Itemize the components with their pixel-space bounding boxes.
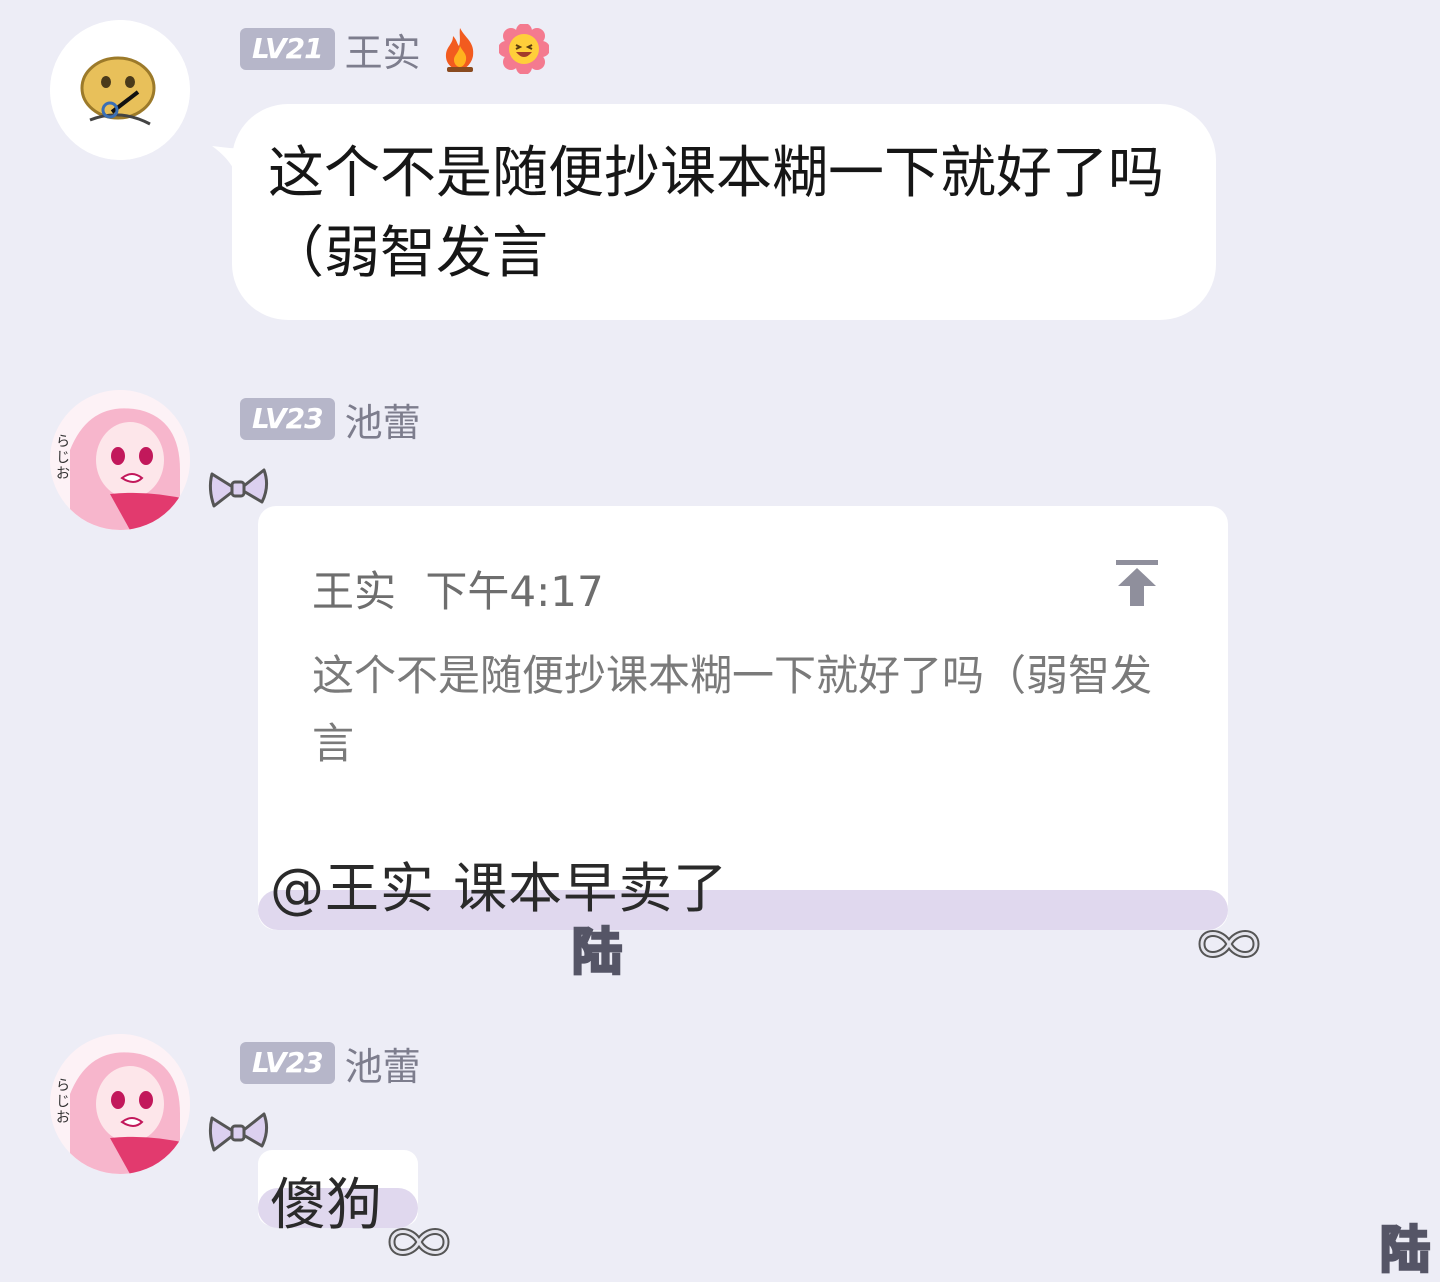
avatar-image: ら じ お bbox=[50, 390, 190, 530]
message-text: 这个不是随便抄课本糊一下就好了吗（弱智发言 bbox=[268, 141, 1164, 286]
fire-icon bbox=[435, 24, 485, 74]
svg-text:ら: ら bbox=[56, 434, 70, 450]
avatar-image: ら じ お bbox=[50, 1034, 190, 1174]
sender-name[interactable]: 池蕾 bbox=[345, 392, 421, 447]
svg-text:お: お bbox=[56, 1110, 70, 1126]
sender-name[interactable]: 池蕾 bbox=[345, 1036, 421, 1091]
avatar-chilei[interactable]: ら じ お bbox=[50, 1034, 190, 1174]
bow-decoration bbox=[208, 1112, 269, 1152]
svg-text:じ: じ bbox=[56, 1094, 70, 1110]
laughing-flower-icon bbox=[497, 23, 550, 75]
sticker-label: 陆 bbox=[571, 922, 624, 983]
svg-text:お: お bbox=[56, 466, 70, 482]
quote-author: 王实 bbox=[312, 567, 397, 616]
level-badge: LV23 bbox=[240, 1042, 335, 1084]
message-text: @王实 课本早卖了 bbox=[270, 857, 729, 920]
sender-meta: LV23 池蕾 bbox=[240, 396, 421, 445]
level-badge: LV23 bbox=[240, 398, 335, 440]
sender-meta: LV21 王实 bbox=[240, 23, 550, 75]
sticker-label: 陆 bbox=[1379, 1220, 1432, 1281]
avatar-wangshi[interactable] bbox=[50, 20, 190, 160]
sender-name[interactable]: 王实 bbox=[345, 22, 421, 77]
sender-meta: LV23 池蕾 bbox=[240, 1040, 421, 1089]
quote-text: 这个不是随便抄课本糊一下就好了吗（弱智发言 bbox=[312, 651, 1153, 768]
infinity-decoration bbox=[1198, 930, 1260, 958]
svg-text:ら: ら bbox=[56, 1078, 70, 1094]
svg-text:じ: じ bbox=[56, 450, 70, 466]
level-badge: LV21 bbox=[240, 28, 335, 70]
jump-to-top-icon[interactable] bbox=[1114, 558, 1160, 608]
infinity-decoration bbox=[388, 1228, 450, 1256]
bow-decoration bbox=[208, 468, 269, 508]
avatar-image bbox=[50, 20, 190, 160]
quote-time: 下午4:17 bbox=[425, 567, 604, 616]
message-text: 傻狗 bbox=[270, 1173, 382, 1238]
quote-header: 王实 下午4:17 bbox=[312, 558, 604, 619]
avatar-chilei[interactable]: ら じ お bbox=[50, 390, 190, 530]
